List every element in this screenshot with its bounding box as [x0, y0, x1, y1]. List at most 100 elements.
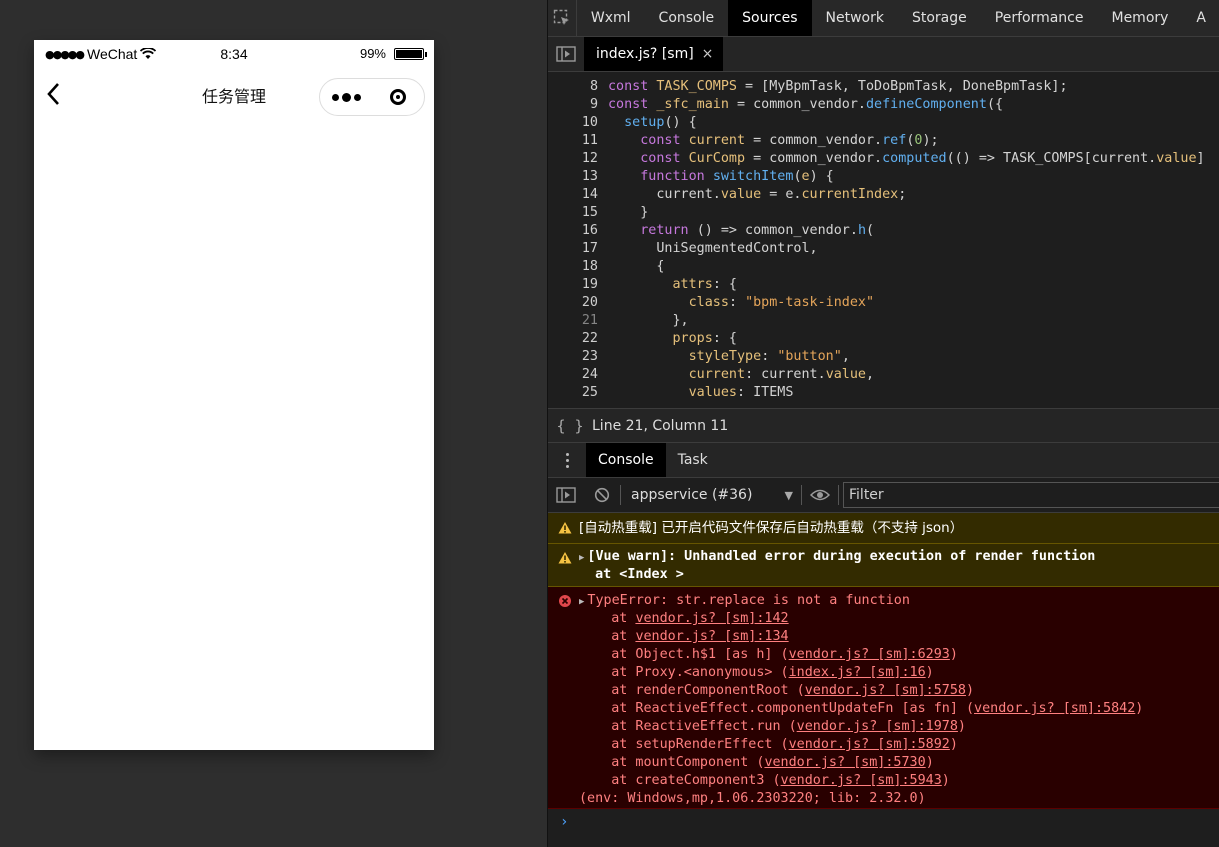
tab-a[interactable]: A — [1182, 0, 1219, 36]
pretty-print-icon[interactable]: { } — [548, 417, 592, 435]
source-link[interactable]: vendor.js? [sm]:1978 — [797, 719, 958, 734]
code-token: = common_vendor. — [745, 151, 883, 166]
close-miniprogram-icon[interactable] — [372, 79, 424, 115]
line-number[interactable]: 21 — [548, 312, 598, 330]
close-icon[interactable]: × — [702, 46, 714, 62]
line-number[interactable]: 22 — [548, 330, 598, 348]
stack-trace: at vendor.js? [sm]:142 at vendor.js? [sm… — [579, 610, 1143, 790]
file-tab-index-js[interactable]: index.js? [sm] × — [584, 37, 724, 71]
line-number[interactable]: 17 — [548, 240, 598, 258]
source-link[interactable]: vendor.js? [sm]:5758 — [805, 683, 966, 698]
error-body: ▶ TypeError: str.replace is not a functio… — [579, 592, 1143, 790]
tab-network[interactable]: Network — [812, 0, 898, 36]
tab-storage[interactable]: Storage — [898, 0, 981, 36]
source-link[interactable]: vendor.js? [sm]:5943 — [781, 773, 942, 788]
code-token: : — [761, 349, 778, 364]
tab-console[interactable]: Console — [645, 0, 729, 36]
filter-input[interactable] — [843, 482, 1219, 508]
stack-frame-text: at — [579, 611, 636, 626]
code-token: current — [688, 367, 746, 382]
tab-sources[interactable]: Sources — [728, 0, 812, 36]
stack-frame: at Object.h$1 [as h] (vendor.js? [sm]:62… — [579, 646, 1143, 664]
console-prompt[interactable]: › — [548, 809, 1219, 835]
drawer-tab-console[interactable]: Console — [586, 443, 666, 477]
devtools-panel: Wxml Console Sources Network Storage Performa… — [547, 0, 1219, 847]
code-line: 18 { — [548, 258, 1219, 276]
toggle-sidebar-icon[interactable] — [548, 478, 584, 512]
source-link[interactable]: vendor.js? [sm]:134 — [635, 629, 788, 644]
code-token: : current. — [745, 367, 826, 382]
stack-frame: at renderComponentRoot (vendor.js? [sm]:… — [579, 682, 1143, 700]
line-number[interactable]: 12 — [548, 150, 598, 168]
line-number[interactable]: 13 — [548, 168, 598, 186]
context-selector[interactable]: appservice (#36) ▼ — [621, 478, 801, 512]
console-warning-vue[interactable]: ▶ [Vue warn]: Unhandled error during exec… — [548, 544, 1219, 587]
tab-performance[interactable]: Performance — [981, 0, 1098, 36]
line-number[interactable]: 20 — [548, 294, 598, 312]
code-token: styleType — [688, 349, 762, 364]
expand-triangle-icon[interactable]: ▶ — [579, 553, 584, 563]
code-text: values: ITEMS — [608, 384, 794, 402]
code-line: 19 attrs: { — [548, 276, 1219, 294]
source-link[interactable]: vendor.js? [sm]:142 — [635, 611, 788, 626]
expand-triangle-icon[interactable]: ▶ — [579, 597, 584, 607]
code-token: : ITEMS — [737, 385, 794, 400]
line-number[interactable]: 15 — [548, 204, 598, 222]
code-line: 11 const current = common_vendor.ref(0); — [548, 132, 1219, 150]
status-bar: ●●●●● WeChat 8:34 99% — [34, 40, 434, 68]
line-number[interactable]: 18 — [548, 258, 598, 276]
source-link[interactable]: vendor.js? [sm]:5892 — [789, 737, 950, 752]
line-number[interactable]: 9 — [548, 96, 598, 114]
drawer-tabbar: Console Task — [548, 443, 1219, 478]
line-number[interactable]: 25 — [548, 384, 598, 402]
tab-memory[interactable]: Memory — [1097, 0, 1182, 36]
clear-console-icon[interactable] — [584, 478, 620, 512]
stack-frame-suffix: ) — [925, 665, 934, 680]
stack-frame-suffix: ) — [949, 737, 958, 752]
console-error-typeerror[interactable]: ▶ TypeError: str.replace is not a functio… — [548, 587, 1219, 809]
line-number[interactable]: 24 — [548, 366, 598, 384]
source-link[interactable]: vendor.js? [sm]:6293 — [789, 647, 950, 662]
source-link[interactable]: index.js? [sm]:16 — [789, 665, 926, 680]
code-token: ( — [866, 223, 875, 238]
code-line: 12 const CurComp = common_vendor.compute… — [548, 150, 1219, 168]
code-token: _sfc_main — [656, 97, 729, 112]
code-text: } — [608, 204, 648, 222]
stack-frame: at vendor.js? [sm]:134 — [579, 628, 1143, 646]
context-label: appservice (#36) — [631, 487, 753, 503]
toggle-navigator-icon[interactable] — [548, 37, 584, 71]
code-token: = e. — [761, 187, 802, 202]
source-link[interactable]: vendor.js? [sm]:5730 — [764, 755, 925, 770]
console-messages: [自动热重载] 已开启代码文件保存后自动热重载（不支持 json） ▶ [Vue … — [548, 513, 1219, 835]
line-number[interactable]: 16 — [548, 222, 598, 240]
inspect-element-icon[interactable] — [548, 0, 577, 36]
line-number[interactable]: 8 — [548, 78, 598, 96]
code-token: function — [640, 169, 713, 184]
line-number[interactable]: 10 — [548, 114, 598, 132]
drawer-tab-task[interactable]: Task — [666, 443, 720, 477]
stack-frame-text: at ReactiveEffect.run ( — [579, 719, 797, 734]
more-menu-icon[interactable] — [320, 79, 372, 115]
code-token: class — [688, 295, 729, 310]
stack-frame: at Proxy.<anonymous> (index.js? [sm]:16) — [579, 664, 1143, 682]
source-link[interactable]: vendor.js? [sm]:5842 — [974, 701, 1135, 716]
line-number[interactable]: 14 — [548, 186, 598, 204]
code-token: , — [866, 367, 875, 382]
eye-icon[interactable] — [802, 478, 838, 512]
line-number[interactable]: 19 — [548, 276, 598, 294]
drawer-menu-icon[interactable] — [548, 443, 586, 477]
tab-wxml[interactable]: Wxml — [577, 0, 645, 36]
code-editor[interactable]: 8 const TASK_COMPS = [MyBpmTask, ToDoBpmT… — [548, 72, 1219, 408]
code-line: 15 } — [548, 204, 1219, 222]
cursor-position: Line 21, Column 11 — [592, 417, 729, 434]
error-title-line: ▶ TypeError: str.replace is not a functio… — [579, 592, 1143, 610]
line-number[interactable]: 11 — [548, 132, 598, 150]
code-text: const TASK_COMPS = [MyBpmTask, ToDoBpmTa… — [608, 78, 1068, 96]
stack-frame: at createComponent3 (vendor.js? [sm]:594… — [579, 772, 1143, 790]
code-token: const — [608, 79, 657, 94]
line-number[interactable]: 23 — [548, 348, 598, 366]
